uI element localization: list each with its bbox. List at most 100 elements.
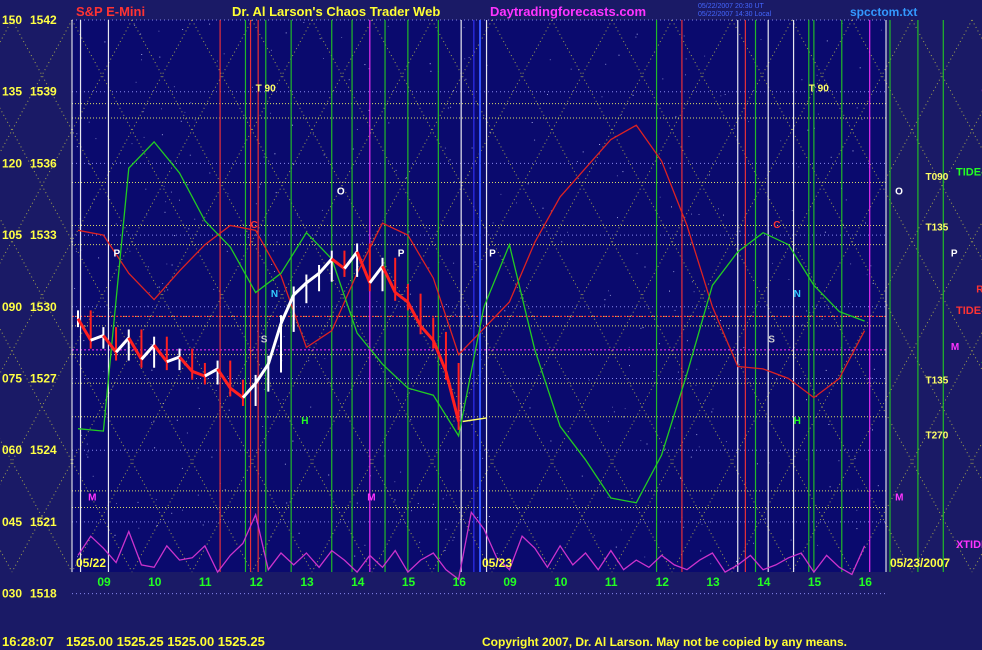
star-dot xyxy=(849,302,851,304)
star-dot xyxy=(216,60,218,62)
star-dot xyxy=(171,264,173,266)
star-dot xyxy=(816,74,818,76)
star-dot xyxy=(685,58,687,60)
x-hour-tick: 10 xyxy=(554,575,568,589)
star-dot xyxy=(492,222,494,224)
star-dot xyxy=(690,456,692,458)
star-dot xyxy=(150,343,152,345)
planet-mark: N xyxy=(794,289,801,300)
star-dot xyxy=(182,509,183,511)
y-price-tick: 1536 xyxy=(30,156,57,170)
star-dot xyxy=(131,143,133,145)
chaos-trader-chart: PCNSOPHMMPCNSOPHMNSCRPMJHONSC T 90T 90T0… xyxy=(0,0,982,650)
star-dot xyxy=(146,214,148,216)
star-dot xyxy=(444,147,446,149)
star-dot xyxy=(166,263,168,265)
star-dot xyxy=(270,112,271,114)
star-dot xyxy=(87,451,89,453)
star-dot xyxy=(321,209,323,211)
site-link[interactable]: Daytradingforecasts.com xyxy=(490,4,646,19)
planet-mark: O xyxy=(337,186,345,197)
star-dot xyxy=(419,541,421,543)
star-dot xyxy=(802,324,804,326)
star-dot xyxy=(429,228,431,229)
star-dot xyxy=(141,54,143,55)
planet-mark: P xyxy=(114,249,121,260)
star-dot xyxy=(198,408,200,410)
series-label: XTIDE xyxy=(956,539,982,551)
star-dot xyxy=(409,293,411,295)
star-dot xyxy=(675,116,677,118)
star-dot xyxy=(632,94,634,96)
star-dot xyxy=(607,496,609,498)
star-dot xyxy=(112,386,114,388)
star-dot xyxy=(155,499,157,501)
star-dot xyxy=(173,86,175,88)
star-dot xyxy=(605,63,607,65)
star-dot xyxy=(624,408,626,410)
star-dot xyxy=(156,525,158,526)
star-dot xyxy=(209,172,211,174)
planet-mark: P xyxy=(398,249,405,260)
star-dot xyxy=(188,228,190,230)
star-dot xyxy=(790,539,792,541)
star-dot xyxy=(710,521,712,523)
star-dot xyxy=(570,317,572,318)
star-dot xyxy=(636,253,638,255)
star-dot xyxy=(104,41,106,43)
star-dot xyxy=(262,426,264,427)
star-dot xyxy=(252,86,253,88)
star-dot xyxy=(197,387,199,389)
planet-mark: O xyxy=(895,186,903,197)
star-dot xyxy=(671,206,672,208)
star-dot xyxy=(190,102,192,104)
star-dot xyxy=(291,124,293,126)
star-dot xyxy=(275,192,277,194)
y-price-tick: 1524 xyxy=(30,443,57,457)
y-osc-tick: 150 xyxy=(2,13,22,27)
star-dot xyxy=(364,64,366,66)
star-dot xyxy=(323,154,325,156)
star-dot xyxy=(76,133,78,135)
star-dot xyxy=(724,94,726,95)
star-dot xyxy=(408,231,410,233)
star-dot xyxy=(693,291,695,293)
star-dot xyxy=(549,59,551,61)
star-dot xyxy=(646,443,648,445)
star-dot xyxy=(821,318,823,320)
star-dot xyxy=(644,556,646,558)
star-dot xyxy=(170,191,172,193)
star-dot xyxy=(179,199,180,201)
star-dot xyxy=(659,196,661,198)
star-dot xyxy=(394,481,396,483)
line-label: T 90 xyxy=(809,84,829,95)
star-dot xyxy=(566,498,568,500)
star-dot xyxy=(463,27,465,29)
star-dot xyxy=(142,111,144,113)
line-label: T270 xyxy=(926,430,949,441)
star-dot xyxy=(608,290,609,292)
star-dot xyxy=(292,440,294,442)
star-dot xyxy=(482,457,484,459)
star-dot xyxy=(617,217,618,219)
y-osc-tick: 120 xyxy=(2,156,22,170)
star-dot xyxy=(165,201,167,203)
star-dot xyxy=(504,310,506,312)
star-dot xyxy=(376,301,378,302)
star-dot xyxy=(590,353,591,355)
star-dot xyxy=(465,78,467,80)
star-dot xyxy=(468,57,470,58)
star-dot xyxy=(115,223,117,225)
timestamp-ut: 05/22/2007 20:30 UT xyxy=(698,3,764,10)
star-dot xyxy=(588,379,590,381)
star-dot xyxy=(826,40,828,42)
star-dot xyxy=(698,214,700,215)
star-dot xyxy=(270,49,272,51)
star-dot xyxy=(756,463,758,465)
star-dot xyxy=(137,501,139,503)
star-dot xyxy=(103,370,105,372)
star-dot xyxy=(874,381,876,383)
star-dot xyxy=(445,528,447,530)
star-dot xyxy=(303,22,305,23)
star-dot xyxy=(87,456,89,458)
